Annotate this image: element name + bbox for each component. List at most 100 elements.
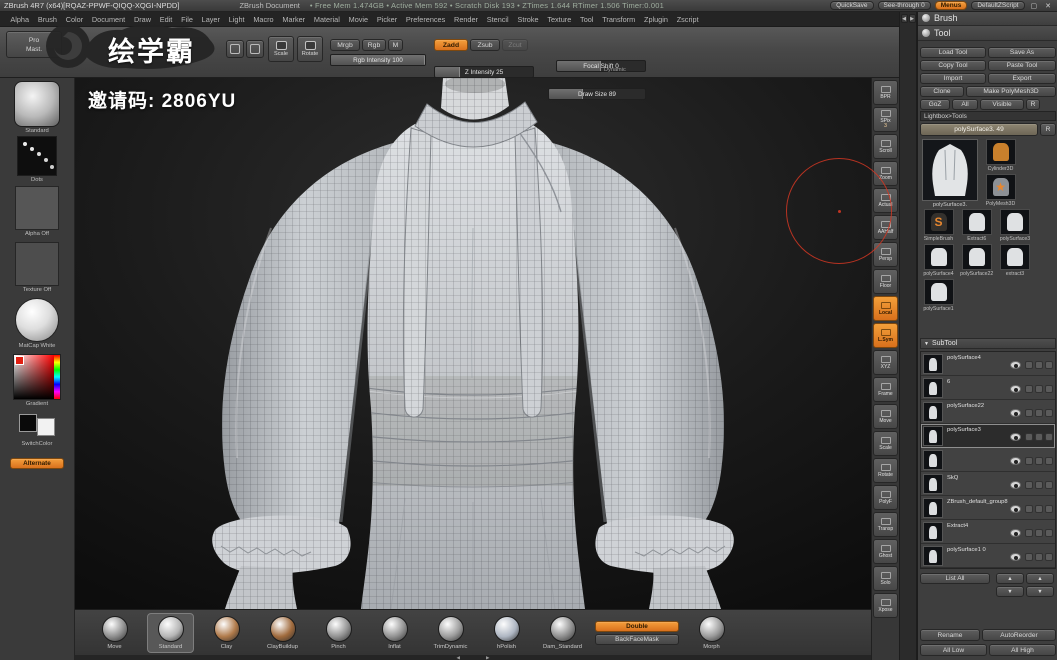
tray-brush-preset[interactable]: Dam_Standard bbox=[539, 613, 586, 653]
current-texture-thumbnail[interactable]: Texture Off bbox=[10, 242, 64, 293]
menu-item[interactable]: Stroke bbox=[513, 15, 543, 24]
visibility-eye-icon[interactable] bbox=[1010, 553, 1021, 561]
subtool-row[interactable]: Extract4 bbox=[921, 520, 1055, 544]
tool-thumbnail[interactable]: Extract6 bbox=[959, 209, 994, 242]
mask-icon[interactable] bbox=[1045, 529, 1053, 537]
polypaint-icon[interactable] bbox=[1025, 553, 1033, 561]
shelf-button[interactable]: SPix 3 bbox=[873, 107, 898, 132]
sculpt-icon[interactable] bbox=[1035, 457, 1043, 465]
color-picker[interactable]: Gradient bbox=[10, 354, 64, 407]
visibility-eye-icon[interactable] bbox=[1010, 433, 1021, 441]
panel-divider[interactable]: ◀ ▶ bbox=[899, 11, 917, 660]
subtool-row[interactable] bbox=[921, 448, 1055, 472]
subtool-row[interactable]: ZBrush_default_group8 bbox=[921, 496, 1055, 520]
shelf-button[interactable]: Solo bbox=[873, 566, 898, 591]
polypaint-icon[interactable] bbox=[1025, 481, 1033, 489]
current-alpha-thumbnail[interactable]: Alpha Off bbox=[10, 186, 64, 237]
lightbox-tools-header[interactable]: Lightbox>Tools bbox=[920, 111, 1056, 121]
menu-item[interactable]: File bbox=[177, 15, 198, 24]
visibility-eye-icon[interactable] bbox=[1010, 505, 1021, 513]
scroll-left-arrow-icon[interactable]: ◀ bbox=[457, 655, 460, 660]
shelf-button[interactable]: Zoom bbox=[873, 161, 898, 186]
stroke-type-icon[interactable] bbox=[226, 40, 244, 58]
tool-thumbnail[interactable]: S SimpleBrush bbox=[921, 209, 956, 242]
subtool-row[interactable]: SkQ bbox=[921, 472, 1055, 496]
shelf-button[interactable]: PolyF bbox=[873, 485, 898, 510]
mask-icon[interactable] bbox=[1045, 433, 1053, 441]
zadd-button[interactable]: Zadd bbox=[434, 39, 468, 51]
polypaint-icon[interactable] bbox=[1025, 529, 1033, 537]
mask-icon[interactable] bbox=[1045, 481, 1053, 489]
window-maximize-icon[interactable]: ▢ bbox=[1029, 2, 1040, 10]
list-all-button[interactable]: List All bbox=[920, 573, 990, 584]
menu-item[interactable]: Document bbox=[88, 15, 130, 24]
subtool-down2-button[interactable]: ▼ bbox=[1026, 586, 1054, 597]
subtool-up-button[interactable]: ▲ bbox=[996, 573, 1024, 584]
tray-brush-preset[interactable]: Standard bbox=[147, 612, 194, 653]
sculpt-icon[interactable] bbox=[1035, 385, 1043, 393]
shelf-button[interactable]: Ghost bbox=[873, 539, 898, 564]
current-material-thumbnail[interactable]: MatCap White bbox=[10, 298, 64, 349]
menu-item[interactable]: Zscript bbox=[672, 15, 703, 24]
visibility-eye-icon[interactable] bbox=[1010, 481, 1021, 489]
focal-shift-slider[interactable]: Focal Shift 0 bbox=[556, 60, 646, 72]
see-through-slider[interactable]: See-through 0 bbox=[877, 1, 931, 10]
subtool-up2-button[interactable]: ▲ bbox=[1026, 573, 1054, 584]
sculpt-icon[interactable] bbox=[1035, 433, 1043, 441]
draw-size-slider[interactable]: Draw Size 89 bbox=[548, 88, 646, 100]
tool-palette-header[interactable]: Tool bbox=[918, 26, 1057, 41]
switch-color[interactable]: SwitchColor bbox=[10, 414, 64, 447]
sculpt-icon[interactable] bbox=[1035, 505, 1043, 513]
rename-button[interactable]: Rename bbox=[920, 629, 980, 641]
subtool-down-button[interactable]: ▼ bbox=[996, 586, 1024, 597]
z-intensity-slider[interactable]: Z Intensity 25 bbox=[434, 66, 534, 78]
subtool-section-header[interactable]: ▼ SubTool bbox=[920, 338, 1056, 349]
all-low-button[interactable]: All Low bbox=[920, 644, 987, 656]
subtool-row[interactable]: polySurface3 bbox=[921, 424, 1055, 448]
goz-r-button[interactable]: R bbox=[1026, 99, 1040, 110]
menu-item[interactable]: Render bbox=[450, 15, 483, 24]
secondary-color-swatch[interactable] bbox=[37, 418, 55, 436]
shelf-button[interactable]: AAHalf bbox=[873, 215, 898, 240]
color-gradient-icon[interactable] bbox=[13, 354, 61, 400]
visibility-eye-icon[interactable] bbox=[1010, 361, 1021, 369]
shelf-button[interactable]: Actual bbox=[873, 188, 898, 213]
sculpt-icon[interactable] bbox=[1035, 553, 1043, 561]
save-as-button[interactable]: Save As bbox=[988, 47, 1056, 58]
tray-brush-preset[interactable]: TrimDynamic bbox=[427, 613, 474, 653]
polypaint-icon[interactable] bbox=[1025, 457, 1033, 465]
menu-item[interactable]: Picker bbox=[372, 15, 401, 24]
menu-item[interactable]: Zplugin bbox=[640, 15, 673, 24]
menu-item[interactable]: Light bbox=[224, 15, 249, 24]
goz-button[interactable]: GoZ bbox=[920, 99, 950, 110]
polypaint-icon[interactable] bbox=[1025, 385, 1033, 393]
subtool-row[interactable]: polySurface22 bbox=[921, 400, 1055, 424]
import-button[interactable]: Import bbox=[920, 73, 986, 84]
menu-item[interactable]: Brush bbox=[33, 15, 61, 24]
menu-item[interactable]: Texture bbox=[543, 15, 576, 24]
menu-item[interactable]: Layer bbox=[197, 15, 224, 24]
shelf-button[interactable]: Scale bbox=[873, 431, 898, 456]
menu-item[interactable]: Preferences bbox=[402, 15, 450, 24]
tool-thumbnail[interactable]: extract3 bbox=[997, 244, 1032, 277]
sculpt-icon[interactable] bbox=[1035, 361, 1043, 369]
menu-item[interactable]: Tool bbox=[576, 15, 598, 24]
menu-item[interactable]: Macro bbox=[249, 15, 278, 24]
current-tool-r-button[interactable]: R bbox=[1040, 123, 1056, 136]
all-high-button[interactable]: All High bbox=[989, 644, 1056, 656]
tool-thumbnail[interactable]: ★ PolyMesh3D bbox=[983, 174, 1018, 207]
menu-item[interactable]: Stencil bbox=[482, 15, 513, 24]
current-tool-button[interactable]: polySurface3. 49 bbox=[920, 123, 1038, 136]
quicksave-button[interactable]: QuickSave bbox=[830, 1, 874, 10]
current-stroke-thumbnail[interactable]: Dots bbox=[10, 136, 64, 183]
shelf-button[interactable]: Xpose bbox=[873, 593, 898, 618]
tray-brush-preset[interactable]: Move bbox=[91, 613, 138, 653]
current-brush-thumbnail[interactable]: Standard bbox=[10, 81, 64, 134]
tool-thumbnail[interactable]: polySurface1 bbox=[921, 279, 956, 312]
alternate-button[interactable]: Alternate bbox=[10, 458, 64, 469]
mask-icon[interactable] bbox=[1045, 505, 1053, 513]
projection-master-button[interactable]: Pro Mast. bbox=[6, 31, 62, 58]
tray-brush-preset[interactable]: ClayBuildup bbox=[259, 613, 306, 653]
shelf-button[interactable]: Rotate bbox=[873, 458, 898, 483]
mask-icon[interactable] bbox=[1045, 361, 1053, 369]
